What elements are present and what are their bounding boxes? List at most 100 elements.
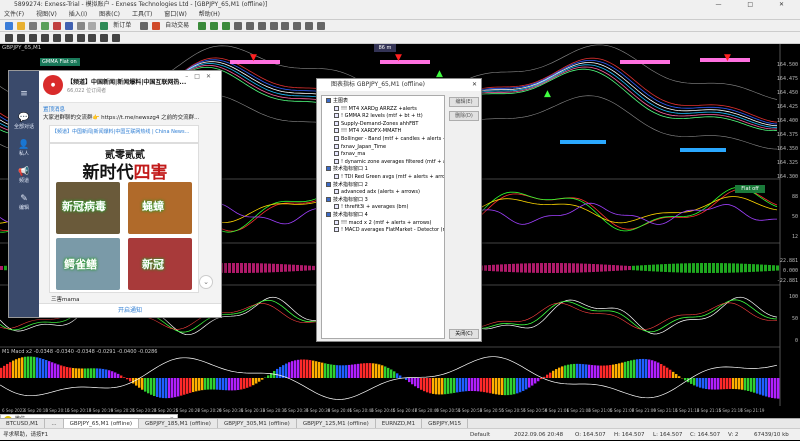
adx-histogram-bar [284,264,287,271]
new-order-icon[interactable] [100,22,108,30]
person-icon[interactable]: 👤 [9,140,39,150]
tree-indicator[interactable]: Bollinger - Band (mtf + candles + alerts… [334,136,445,143]
menu-chart[interactable]: 图表(C) [99,11,120,18]
enable-notifications-button[interactable]: 开启通知 [39,303,221,317]
zoom-in-icon[interactable] [234,22,242,30]
chat-window[interactable]: ≡ 💬 全部对话 👤 私人 📢 频道 ✎ 编辑 ● 【频道】中国新闻|新闻爆料|… [8,70,222,318]
macd-histogram-bar [237,378,239,390]
edit-button[interactable]: 编辑(E) [449,97,479,107]
post-header[interactable]: 【频道】中国新闻|新闻爆料|中国互联网热线 | China News... [49,125,199,143]
hamburger-menu-icon[interactable]: ≡ [9,89,39,99]
macd-histogram-bar [525,378,527,389]
nav-channels[interactable]: 频道 [9,177,39,184]
channel-avatar[interactable]: ● [43,75,63,95]
chat-window-controls[interactable]: –□✕ [185,73,217,80]
tester-icon[interactable] [88,22,96,30]
chat-bubble-icon[interactable]: 💬 [9,113,39,123]
close-button[interactable]: ✕ [779,1,796,8]
text-tool-icon[interactable] [88,34,96,42]
horizontal-line-icon[interactable] [41,34,49,42]
menu-insert[interactable]: 插入(I) [69,11,87,18]
dialog-close-icon[interactable]: ✕ [472,79,477,91]
scroll-down-icon[interactable]: ⌄ [199,275,213,289]
label-tool-icon[interactable] [100,34,108,42]
tree-indicator[interactable]: ! threfit3i + averages (bm) [334,204,408,211]
tree-indicator[interactable]: !!! MT4 XARDFX-MMATH [334,128,401,135]
adx-histogram-bar [488,265,491,271]
minimize-button[interactable]: — [715,1,733,8]
profiles-icon[interactable] [29,22,37,30]
tree-group[interactable]: 技术指标窗口 1 [326,166,368,173]
crosshair-icon[interactable] [17,34,25,42]
macd-histogram-bar [126,378,128,379]
fibonacci-icon[interactable] [77,34,85,42]
macd-histogram-bar [252,378,254,385]
macd-histogram-bar [717,378,719,389]
nav-all-chats[interactable]: 全部对话 [9,123,39,130]
megaphone-icon[interactable]: 📢 [9,167,39,177]
pinned-label[interactable]: 置顶消息 [43,105,65,113]
market-watch-icon[interactable] [41,22,49,30]
maximize-button[interactable]: □ [747,1,765,8]
tree-group[interactable]: 技术指标窗口 4 [326,212,368,219]
status-profile[interactable]: Default [470,429,490,441]
tree-indicator[interactable]: ! GMMA R2 levels (mtf + bt + tt) [334,113,423,120]
templates-icon[interactable] [317,22,325,30]
vertical-line-icon[interactable] [29,34,37,42]
macd-histogram-bar [81,368,83,378]
menu-file[interactable]: 文件(F) [4,11,24,18]
tree-indicator[interactable]: ! MACD averages FlatMarket - Detector (m… [334,227,445,234]
tree-indicator[interactable]: ! dynamic zone averages filtered (mtf + … [334,159,445,166]
news-poster-image[interactable]: 贰零贰贰 新时代四害 新冠病毒 蝇蟑 鳄雀鳝 新冠 [49,143,199,293]
tree-indicator[interactable]: ! TDI Red Green avgs (mtf + alerts + arr… [334,174,445,181]
tree-indicator[interactable]: !!! macd x 2 (mtf + alerts + arrows) [334,220,431,227]
indicator-tree[interactable]: 主图表!!! MT4 XARDg ARRZZ +alerts! GMMA R2 … [321,95,445,339]
tree-group[interactable]: 技术指标窗口 3 [326,197,368,204]
tile-windows-icon[interactable] [258,22,266,30]
tree-indicator[interactable]: fxnav_Japan_Time [334,144,386,151]
chart-shift-icon[interactable] [281,22,289,30]
adx-histogram-bar [664,264,667,272]
tree-group[interactable]: 主图表 [326,98,348,105]
line-chart-icon[interactable] [222,22,230,30]
channel-icon[interactable] [65,34,73,42]
navigator-icon[interactable] [65,22,73,30]
tree-indicator[interactable]: Supply-Demand-Zones ahhFBT [334,121,418,128]
macd-histogram-bar [123,377,125,378]
auto-trading-button[interactable]: 自动交易 [165,20,189,32]
auto-trading-icon[interactable] [152,22,160,30]
cursor-icon[interactable] [5,34,13,42]
macd-histogram-bar [222,378,224,390]
menu-tools[interactable]: 工具(T) [132,11,152,18]
tree-indicator[interactable]: advanced adx (alerts + arrows) [334,189,420,196]
new-chart-icon[interactable] [5,22,13,30]
periods-icon[interactable] [305,22,313,30]
trendline-icon[interactable] [53,34,61,42]
new-order-button[interactable]: 新订单 [113,20,131,32]
chat-messages[interactable]: 置顶消息 大家进群聊的交流群👉 https://t.me/newszg4 之前的… [39,103,221,303]
tree-indicator[interactable]: fxnav_ma [334,151,365,158]
tree-indicator[interactable]: !!! MT4 XARDg ARRZZ +alerts [334,106,417,113]
open-folder-icon[interactable] [17,22,25,30]
candle-chart-icon[interactable] [210,22,218,30]
tree-group[interactable]: 技术指标窗口 2 [326,182,368,189]
zoom-out-icon[interactable] [246,22,254,30]
delete-button[interactable]: 删除(D) [449,111,479,121]
autoscroll-icon[interactable] [270,22,278,30]
close-dialog-button[interactable]: 关闭(C) [449,329,479,339]
terminal-icon[interactable] [77,22,85,30]
data-window-icon[interactable] [53,22,61,30]
bar-chart-icon[interactable] [198,22,206,30]
indicators-icon[interactable] [293,22,301,30]
menu-window[interactable]: 窗口(W) [164,11,187,18]
menu-view[interactable]: 视图(V) [36,11,57,18]
indicators-dialog[interactable]: 图表指标 GBPJPY_65,M1 (offline) ✕ 主图表!!! MT4… [316,78,482,342]
metaeditor-icon[interactable] [140,22,148,30]
adx-histogram-bar [484,265,487,271]
pinned-message[interactable]: 大家进群聊的交流群👉 https://t.me/newszg4 之前的交流群..… [43,113,219,121]
edit-icon[interactable]: ✎ [9,194,39,204]
menu-help[interactable]: 帮助(H) [199,11,220,18]
nav-edit[interactable]: 编辑 [9,204,39,211]
nav-private[interactable]: 私人 [9,150,39,157]
arrow-tool-icon[interactable] [112,34,120,42]
